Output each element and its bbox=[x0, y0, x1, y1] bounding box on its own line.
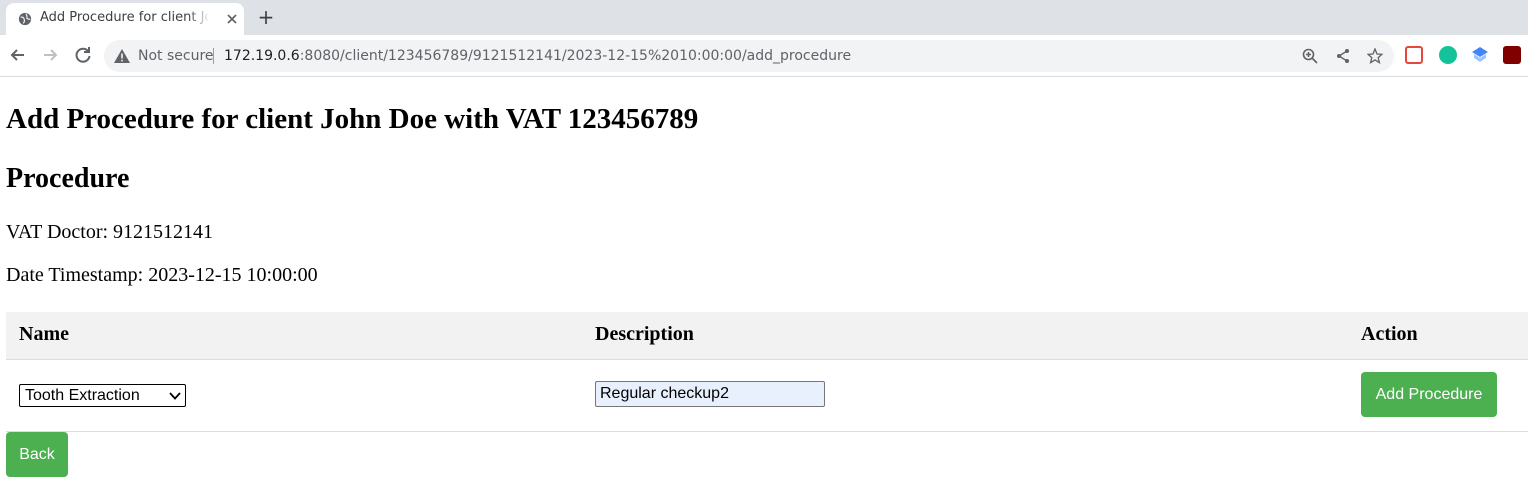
security-label[interactable]: Not secure bbox=[138, 48, 214, 64]
reload-icon[interactable] bbox=[73, 45, 93, 65]
page-content: Add Procedure for client John Doe with V… bbox=[0, 78, 1528, 502]
date-timestamp: Date Timestamp: 2023-12-15 10:00:00 bbox=[6, 264, 318, 286]
ublock-icon[interactable] bbox=[1503, 46, 1521, 64]
address-bar[interactable]: Not secure 172.19.0.6:8080/client/123456… bbox=[104, 40, 1394, 72]
extension-shield-icon[interactable] bbox=[1471, 46, 1489, 64]
extension-c-icon[interactable] bbox=[1405, 46, 1423, 64]
forward-arrow-icon[interactable] bbox=[40, 45, 60, 65]
add-procedure-button[interactable]: Add Procedure bbox=[1361, 372, 1497, 417]
url-host: 172.19.0.6 bbox=[224, 48, 300, 64]
section-title: Procedure bbox=[6, 163, 130, 194]
tab-title-fade bbox=[188, 7, 210, 29]
zoom-icon[interactable] bbox=[1302, 48, 1318, 64]
browser-toolbar: Not secure 172.19.0.6:8080/client/123456… bbox=[0, 35, 1528, 77]
vat-doctor: VAT Doctor: 9121512141 bbox=[6, 221, 214, 243]
header-name: Name bbox=[19, 323, 69, 345]
back-button[interactable]: Back bbox=[6, 432, 68, 477]
close-icon[interactable] bbox=[224, 11, 240, 27]
description-input[interactable]: Regular checkup2 bbox=[595, 381, 825, 407]
header-action: Action bbox=[1361, 323, 1418, 345]
url-text[interactable]: 172.19.0.6:8080/client/123456789/9121512… bbox=[224, 48, 851, 64]
back-arrow-icon[interactable] bbox=[8, 45, 28, 65]
chevron-down-icon bbox=[169, 392, 181, 400]
tab-strip: Add Procedure for client John Doe + bbox=[0, 0, 1528, 35]
selected-procedure: Tooth Extraction bbox=[25, 387, 140, 404]
share-icon[interactable] bbox=[1335, 48, 1351, 64]
page-title: Add Procedure for client John Doe with V… bbox=[6, 103, 699, 135]
browser-tab[interactable]: Add Procedure for client John Doe bbox=[6, 3, 244, 35]
omnibox-divider bbox=[213, 48, 214, 64]
tab-title: Add Procedure for client John Doe bbox=[40, 10, 208, 25]
table-row: Tooth Extraction Regular checkup2 Add Pr… bbox=[6, 360, 1528, 432]
globe-icon bbox=[18, 12, 32, 26]
header-description: Description bbox=[595, 323, 694, 345]
new-tab-button[interactable]: + bbox=[256, 6, 276, 28]
url-path: :8080/client/123456789/9121512141/2023-1… bbox=[299, 48, 852, 64]
warning-icon[interactable] bbox=[114, 49, 130, 63]
table-header: Name Description Action bbox=[6, 312, 1528, 360]
procedure-name-select[interactable]: Tooth Extraction bbox=[19, 384, 186, 407]
grammarly-icon[interactable] bbox=[1439, 46, 1457, 64]
procedure-table: Name Description Action Tooth Extraction… bbox=[6, 312, 1528, 432]
star-icon[interactable] bbox=[1367, 48, 1383, 64]
